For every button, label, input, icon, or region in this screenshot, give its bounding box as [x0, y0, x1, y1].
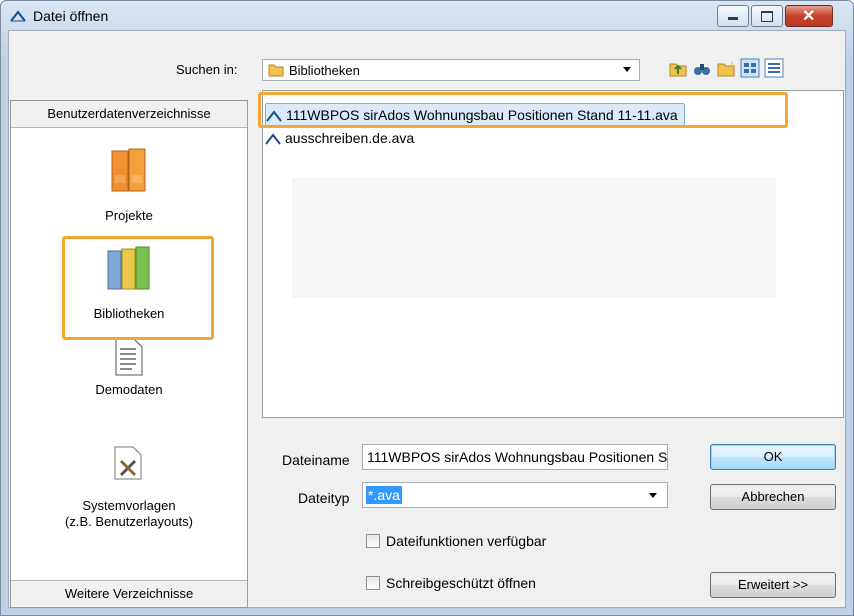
readonly-label[interactable]: Schreibgeschützt öffnen [386, 575, 536, 591]
place-label: Demodaten [95, 382, 163, 397]
list-item[interactable]: ausschreiben.de.ava [265, 127, 414, 149]
file-functions-checkbox[interactable] [366, 534, 380, 548]
binoculars-icon[interactable] [692, 58, 712, 78]
place-label-line2: (z.B. Benutzerlayouts) [65, 514, 193, 529]
minimize-button[interactable] [717, 5, 749, 27]
filetype-label: Dateityp [298, 490, 350, 506]
chevron-down-icon[interactable] [649, 493, 657, 498]
document-icon [115, 338, 143, 376]
ok-button[interactable]: OK [710, 444, 836, 470]
filename-label: Dateiname [282, 452, 350, 468]
list-view-icon[interactable] [740, 58, 760, 78]
maximize-button[interactable] [751, 5, 783, 27]
filetype-value: *.ava [366, 486, 402, 504]
place-demodaten[interactable]: Demodaten [11, 333, 247, 423]
lookin-label: Suchen in: [176, 62, 238, 77]
extended-button[interactable]: Erweitert >> [710, 572, 836, 598]
blurred-area [292, 178, 776, 298]
binders-orange-icon [111, 148, 146, 192]
chevron-down-icon[interactable] [623, 67, 631, 72]
title-bar[interactable]: Datei öffnen ✕ [1, 1, 853, 31]
highlight-frame-file [258, 92, 788, 128]
ava-file-icon [265, 133, 281, 145]
close-button[interactable]: ✕ [785, 5, 833, 27]
up-folder-icon[interactable] [668, 58, 688, 78]
places-header: Benutzerdatenverzeichnisse [11, 101, 247, 128]
file-functions-label[interactable]: Dateifunktionen verfügbar [386, 533, 546, 549]
window-title: Datei öffnen [33, 8, 109, 24]
new-folder-icon[interactable] [716, 58, 736, 78]
folder-icon [268, 64, 284, 77]
filename-input[interactable]: 111WBPOS sirAdos Wohnungsbau Positionen … [362, 444, 668, 470]
places-footer[interactable]: Weitere Verzeichnisse [11, 580, 247, 607]
lookin-value: Bibliotheken [289, 63, 360, 78]
file-name: ausschreiben.de.ava [285, 130, 415, 146]
cancel-button[interactable]: Abbrechen [710, 484, 836, 510]
place-systemvorlagen[interactable]: Systemvorlagen (z.B. Benutzerlayouts) [11, 439, 247, 549]
lookin-combobox[interactable]: Bibliotheken [262, 59, 640, 81]
details-view-icon[interactable] [764, 58, 784, 78]
open-arrow-icon [10, 10, 26, 22]
places-bar: Benutzerdatenverzeichnisse Projekte Bibl… [10, 100, 248, 608]
filetype-select[interactable]: *.ava [362, 482, 668, 508]
minimize-icon [728, 17, 738, 20]
close-icon: ✕ [802, 8, 816, 25]
place-projekte[interactable]: Projekte [11, 143, 247, 233]
highlight-frame-bibliotheken [62, 236, 214, 340]
place-label: Projekte [105, 208, 153, 223]
maximize-icon [761, 11, 773, 22]
tools-icon [114, 446, 142, 480]
readonly-checkbox[interactable] [366, 576, 380, 590]
